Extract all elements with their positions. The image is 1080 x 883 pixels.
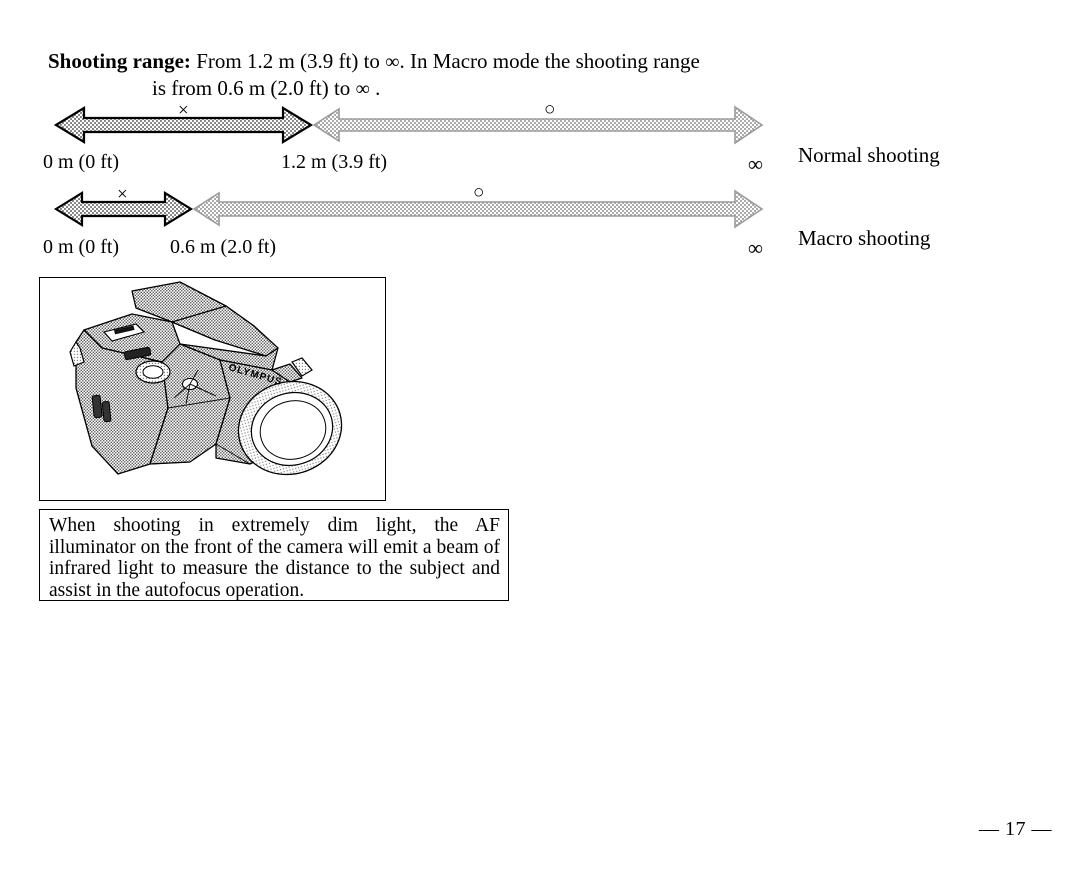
normal-infinity-symbol: ∞ (748, 152, 763, 176)
normal-far-circle-mark: ○ (544, 99, 556, 120)
page-number: — 17 — (979, 818, 1052, 840)
olympus-camera-drawing: OLYMPUS (69, 281, 343, 476)
macro-start-dimension: 0 m (0 ft) (43, 236, 120, 258)
normal-far-arrow (312, 105, 764, 145)
shooting-range-line1-tail: . In Macro mode the shooting range (399, 49, 700, 73)
normal-near-cross-mark: × (178, 100, 189, 121)
af-illuminator-note-text: When shooting in extremely dim light, th… (49, 515, 500, 601)
shooting-range-label: Shooting range: (48, 49, 191, 73)
macro-shooting-label: Macro shooting (798, 226, 931, 250)
shooting-range-diagram: × ○ × ○ 0 m (0 ft) 1.2 m (3.9 ft) ∞ Norm… (0, 96, 1080, 276)
camera-illustration: OLYMPUS (39, 277, 386, 501)
macro-limit-dimension: 0.6 m (2.0 ft) (170, 236, 277, 258)
af-illuminator-note: When shooting in extremely dim light, th… (39, 509, 509, 601)
shooting-range-line1: From 1.2 m (3.9 ft) to (196, 49, 380, 73)
normal-limit-dimension: 1.2 m (3.9 ft) (281, 151, 388, 173)
infinity-symbol-line1: ∞ (385, 51, 400, 73)
normal-shooting-label: Normal shooting (798, 143, 940, 167)
shooting-range-heading: Shooting range: From 1.2 m (3.9 ft) to ∞… (48, 48, 808, 102)
normal-start-dimension: 0 m (0 ft) (43, 151, 120, 173)
macro-far-circle-mark: ○ (473, 182, 485, 203)
macro-near-cross-mark: × (117, 184, 128, 205)
macro-infinity-symbol: ∞ (748, 236, 763, 260)
